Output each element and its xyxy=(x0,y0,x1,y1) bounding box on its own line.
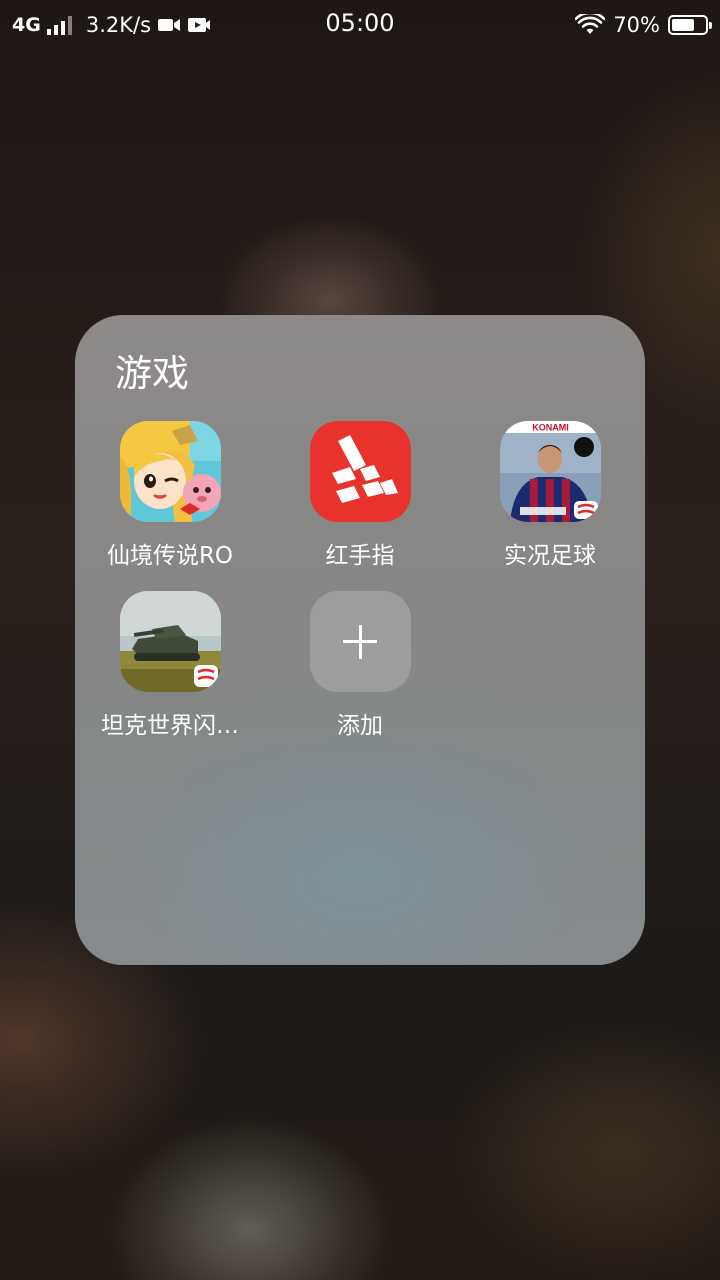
app-label: 实况足球 xyxy=(504,543,596,569)
anime-girl-game-icon xyxy=(119,421,221,522)
app-folder: 游戏 仙境传说RO 红手指 KONAMI 实况足球 坦克世界闪… 添加 xyxy=(75,315,645,965)
battery-percent: 70% xyxy=(613,13,660,37)
plus-icon xyxy=(309,591,411,692)
app-ro[interactable]: 仙境传说RO xyxy=(75,421,265,570)
status-right: 70% xyxy=(575,10,712,40)
red-finger-logo-icon xyxy=(309,421,411,522)
app-label: 红手指 xyxy=(325,543,395,569)
football-player-icon: KONAMI xyxy=(499,421,601,522)
folder-title[interactable]: 游戏 xyxy=(115,343,189,397)
status-bar: 4G 3.2K/s 05:00 70% xyxy=(0,0,720,50)
add-app-button[interactable]: 添加 xyxy=(265,591,455,740)
tank-game-icon xyxy=(119,591,221,692)
app-label: 坦克世界闪… xyxy=(101,713,239,739)
battery-icon xyxy=(668,15,712,35)
app-red-finger[interactable]: 红手指 xyxy=(265,421,455,570)
app-label: 添加 xyxy=(337,713,383,739)
app-world-of-tanks[interactable]: 坦克世界闪… xyxy=(75,591,265,740)
app-pes[interactable]: KONAMI 实况足球 xyxy=(455,421,645,570)
wifi-icon xyxy=(575,14,606,34)
konami-logo: KONAMI xyxy=(532,423,569,433)
app-label: 仙境传说RO xyxy=(106,543,234,569)
battery-level xyxy=(672,19,694,31)
